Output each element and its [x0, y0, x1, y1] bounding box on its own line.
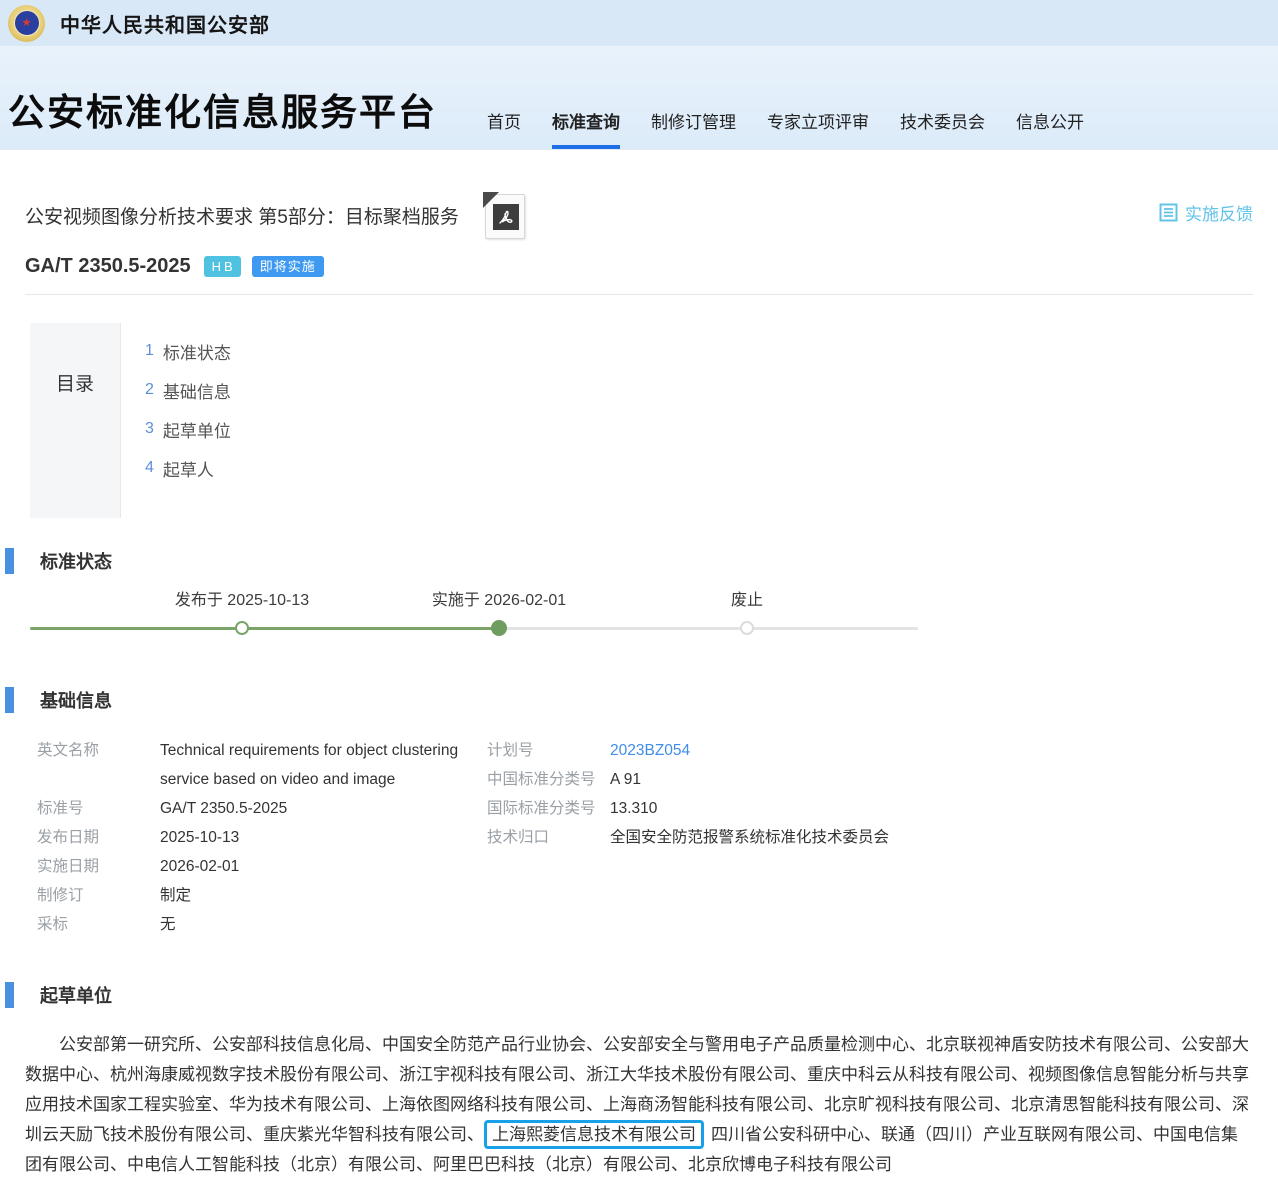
info-row-revision-type: 制修订 制定 — [37, 881, 487, 910]
plan-number-link[interactable]: 2023BZ054 — [610, 736, 690, 765]
section-header-basic-info: 基础信息 — [5, 687, 1253, 713]
platform-title: 公安标准化信息服务平台 — [8, 82, 437, 136]
toc-item-label: 基础信息 — [163, 383, 231, 402]
toc-item-drafters[interactable]: 4 起草人 — [145, 460, 231, 482]
info-row-publish-date: 发布日期 2025-10-13 — [37, 823, 487, 852]
timeline-dot-abolished — [740, 621, 754, 635]
table-of-contents: 目录 1 标准状态 2 基础信息 3 起草单位 4 起草人 — [30, 323, 1253, 518]
info-row-plan-no: 计划号 2023BZ054 — [487, 736, 889, 765]
basic-info-grid: 英文名称 Technical requirements for object c… — [25, 736, 1253, 939]
info-row-standard-no: 标准号 GA/T 2350.5-2025 — [37, 794, 487, 823]
toc-item-number: 4 — [145, 459, 154, 476]
section-title-status: 标准状态 — [40, 548, 112, 574]
toc-item-status[interactable]: 1 标准状态 — [145, 343, 231, 365]
timeline-label-implemented: 实施于 2026-02-01 — [379, 586, 619, 610]
toc-item-number: 1 — [145, 342, 154, 359]
section-marker — [5, 687, 14, 713]
feedback-label: 实施反馈 — [1185, 200, 1253, 225]
info-row-ics: 国际标准分类号 13.310 — [487, 794, 889, 823]
nav-technical-committee[interactable]: 技术委员会 — [900, 108, 985, 149]
divider — [25, 294, 1253, 295]
gov-site-name: 中华人民共和国公安部 — [60, 9, 270, 38]
highlighted-company: 上海熙菱信息技术有限公司 — [484, 1120, 704, 1149]
hb-badge: HB — [204, 256, 241, 277]
section-marker — [5, 548, 14, 574]
platform-header: 公安标准化信息服务平台 首页 标准查询 制修订管理 专家立项评审 技术委员会 信… — [0, 46, 1278, 150]
timeline-progress — [30, 627, 499, 630]
info-row-implement-date: 实施日期 2026-02-01 — [37, 852, 487, 881]
nav-info-disclosure[interactable]: 信息公开 — [1016, 108, 1084, 149]
info-row-english-name: 英文名称 Technical requirements for object c… — [37, 736, 487, 794]
police-emblem-icon: ★ — [8, 5, 45, 42]
section-title-drafting-units: 起草单位 — [40, 982, 112, 1008]
nav-standard-query[interactable]: 标准查询 — [552, 108, 620, 149]
info-row-adoption: 采标 无 — [37, 910, 487, 939]
toc-item-drafting-units[interactable]: 3 起草单位 — [145, 421, 231, 443]
info-row-technical-committee: 技术归口 全国安全防范报警系统标准化技术委员会 — [487, 823, 889, 852]
toc-item-label: 起草人 — [163, 461, 214, 480]
nav-revision-management[interactable]: 制修订管理 — [651, 108, 736, 149]
status-timeline: 发布于 2025-10-13 实施于 2026-02-01 废止 — [25, 574, 1253, 682]
implementation-feedback-link[interactable]: 实施反馈 — [1159, 194, 1253, 225]
pdf-file-icon[interactable] — [485, 194, 525, 239]
info-row-ccs: 中国标准分类号 A 91 — [487, 765, 889, 794]
section-header-status: 标准状态 — [5, 548, 1253, 574]
standard-title: 公安视频图像分析技术要求 第5部分：目标聚档服务 — [25, 194, 459, 229]
toc-item-basic-info[interactable]: 2 基础信息 — [145, 382, 231, 404]
timeline-label-abolished: 废止 — [627, 586, 867, 610]
standard-number: GA/T 2350.5-2025 — [25, 255, 191, 278]
timeline-dot-published — [235, 621, 249, 635]
toc-title: 目录 — [30, 323, 120, 518]
main-nav: 首页 标准查询 制修订管理 专家立项评审 技术委员会 信息公开 — [487, 108, 1115, 149]
section-marker — [5, 982, 14, 1008]
timeline-label-published: 发布于 2025-10-13 — [122, 586, 362, 610]
section-header-drafting-units: 起草单位 — [5, 982, 1253, 1008]
toc-item-number: 3 — [145, 420, 154, 437]
toc-item-label: 标准状态 — [163, 344, 231, 363]
nav-home[interactable]: 首页 — [487, 108, 521, 149]
toc-item-number: 2 — [145, 381, 154, 398]
drafting-units-paragraph: 公安部第一研究所、公安部科技信息化局、中国安全防范产品行业协会、公安部安全与警用… — [25, 1030, 1253, 1180]
section-title-basic-info: 基础信息 — [40, 687, 112, 713]
upcoming-implementation-badge: 即将实施 — [252, 256, 324, 277]
nav-expert-review[interactable]: 专家立项评审 — [767, 108, 869, 149]
timeline-dot-implemented — [491, 620, 507, 636]
toc-item-label: 起草单位 — [163, 422, 231, 441]
feedback-list-icon — [1159, 203, 1178, 222]
gov-top-bar: ★ 中华人民共和国公安部 — [0, 0, 1278, 46]
